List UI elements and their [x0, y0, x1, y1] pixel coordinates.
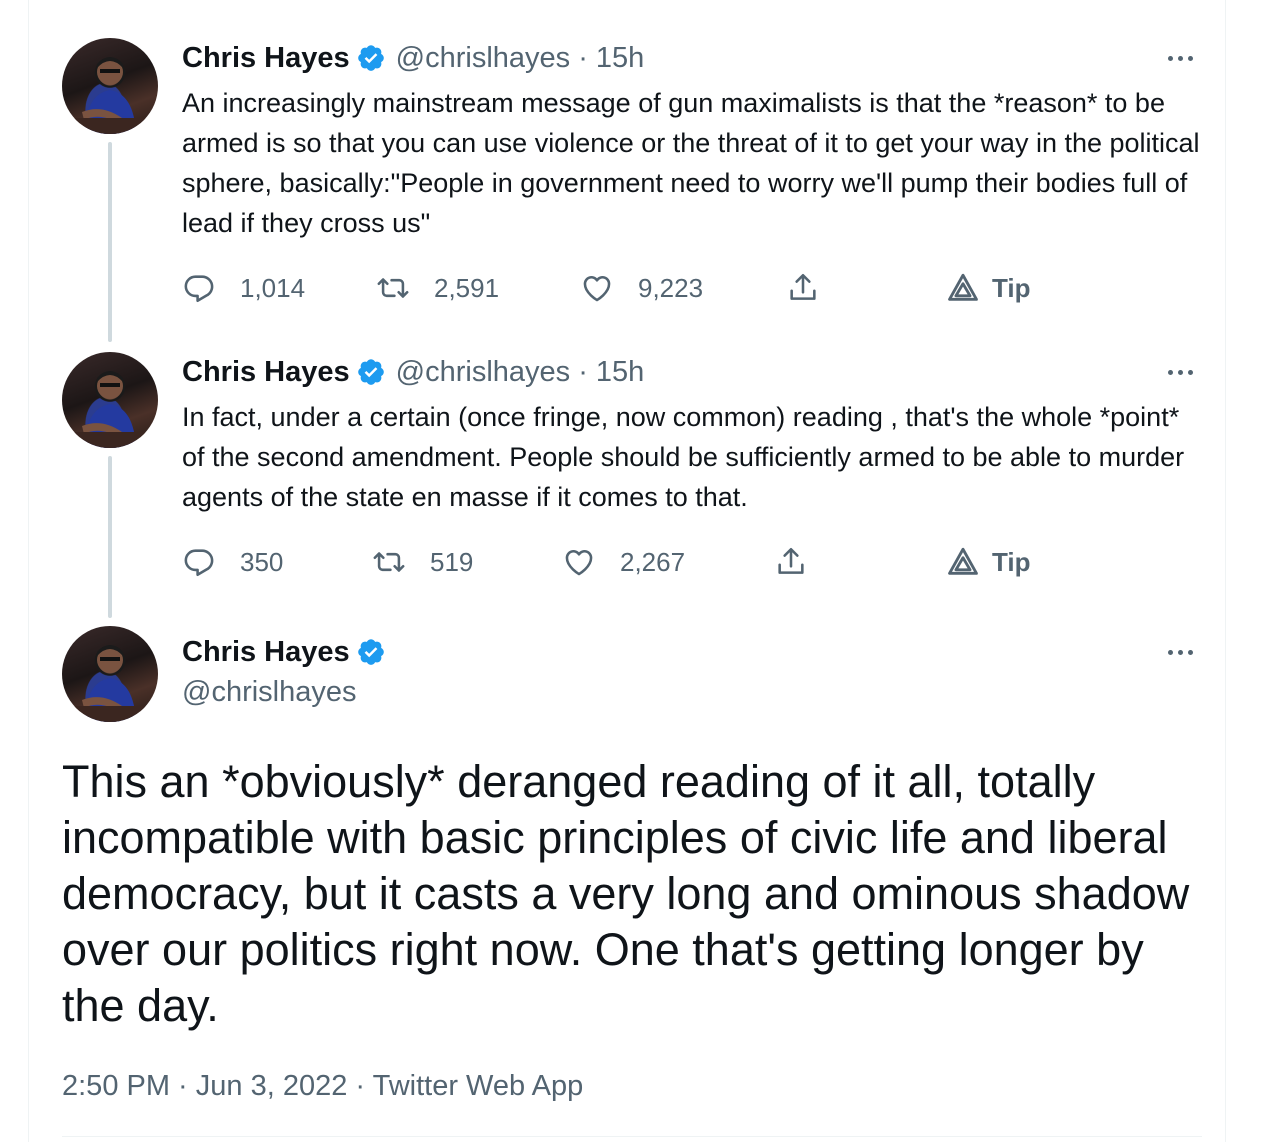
thread-connector-line [108, 142, 112, 342]
verified-badge-icon [356, 43, 386, 73]
tip-button[interactable]: Tip [946, 268, 1031, 308]
tip-button[interactable]: Tip [946, 542, 1031, 582]
reply-count: 1,014 [240, 272, 306, 303]
reply-count: 350 [240, 546, 284, 577]
handle-and-time[interactable]: @chrislhayes · 15h [396, 40, 645, 76]
author-name[interactable]: Chris Hayes [182, 354, 350, 390]
share-button[interactable] [786, 268, 820, 308]
tweet-header: Chris Hayes [182, 634, 396, 670]
handle-and-time[interactable]: @chrislhayes · 15h [396, 354, 645, 390]
tweet-text: An increasingly mainstream message of gu… [182, 88, 1200, 238]
reply-button[interactable]: 350 [182, 542, 283, 582]
share-icon [774, 545, 808, 579]
more-dots-icon[interactable] [1160, 354, 1200, 390]
tip-icon [946, 271, 980, 305]
tweet-actions: 1,014 2,591 9,223 Tip [182, 268, 1202, 308]
like-count: 9,223 [638, 272, 704, 303]
speech-bubble-icon [182, 271, 216, 305]
like-count: 2,267 [620, 546, 686, 577]
tweet-header: Chris Hayes @chrislhayes · 15h [182, 354, 644, 390]
author-name[interactable]: Chris Hayes [182, 634, 350, 670]
tweet-header: Chris Hayes @chrislhayes · 15h [182, 40, 644, 76]
author-name[interactable]: Chris Hayes [182, 40, 350, 76]
tweet-text: In fact, under a certain (once fringe, n… [182, 402, 1185, 512]
verified-badge-icon [356, 357, 386, 387]
retweet-count: 2,591 [434, 272, 500, 303]
verified-badge-icon [356, 637, 386, 667]
tip-icon [946, 545, 980, 579]
reply-button[interactable]: 1,014 [182, 268, 305, 308]
retweet-icon [372, 545, 406, 579]
tweet-timestamp[interactable]: 2:50 PM · Jun 3, 2022 · Twitter Web App [62, 1068, 583, 1104]
avatar[interactable] [62, 626, 158, 722]
speech-bubble-icon [182, 545, 216, 579]
retweet-button[interactable]: 519 [372, 542, 473, 582]
tip-label: Tip [992, 272, 1031, 303]
tweet-text: This an *obviously* deranged reading of … [62, 756, 1190, 1031]
divider [62, 1136, 1202, 1137]
heart-icon [580, 271, 614, 305]
tip-label: Tip [992, 546, 1031, 577]
author-handle[interactable]: @chrislhayes [182, 674, 357, 710]
share-icon [786, 271, 820, 305]
tweet-actions: 350 519 2,267 Tip [182, 542, 1202, 582]
more-dots-icon[interactable] [1160, 40, 1200, 76]
heart-icon [562, 545, 596, 579]
retweet-icon [376, 271, 410, 305]
avatar[interactable] [62, 38, 158, 134]
more-dots-icon[interactable] [1160, 634, 1200, 670]
avatar[interactable] [62, 352, 158, 448]
thread-connector-line [108, 456, 112, 618]
retweet-button[interactable]: 2,591 [376, 268, 499, 308]
like-button[interactable]: 9,223 [580, 268, 703, 308]
like-button[interactable]: 2,267 [562, 542, 685, 582]
share-button[interactable] [774, 542, 808, 582]
retweet-count: 519 [430, 546, 474, 577]
